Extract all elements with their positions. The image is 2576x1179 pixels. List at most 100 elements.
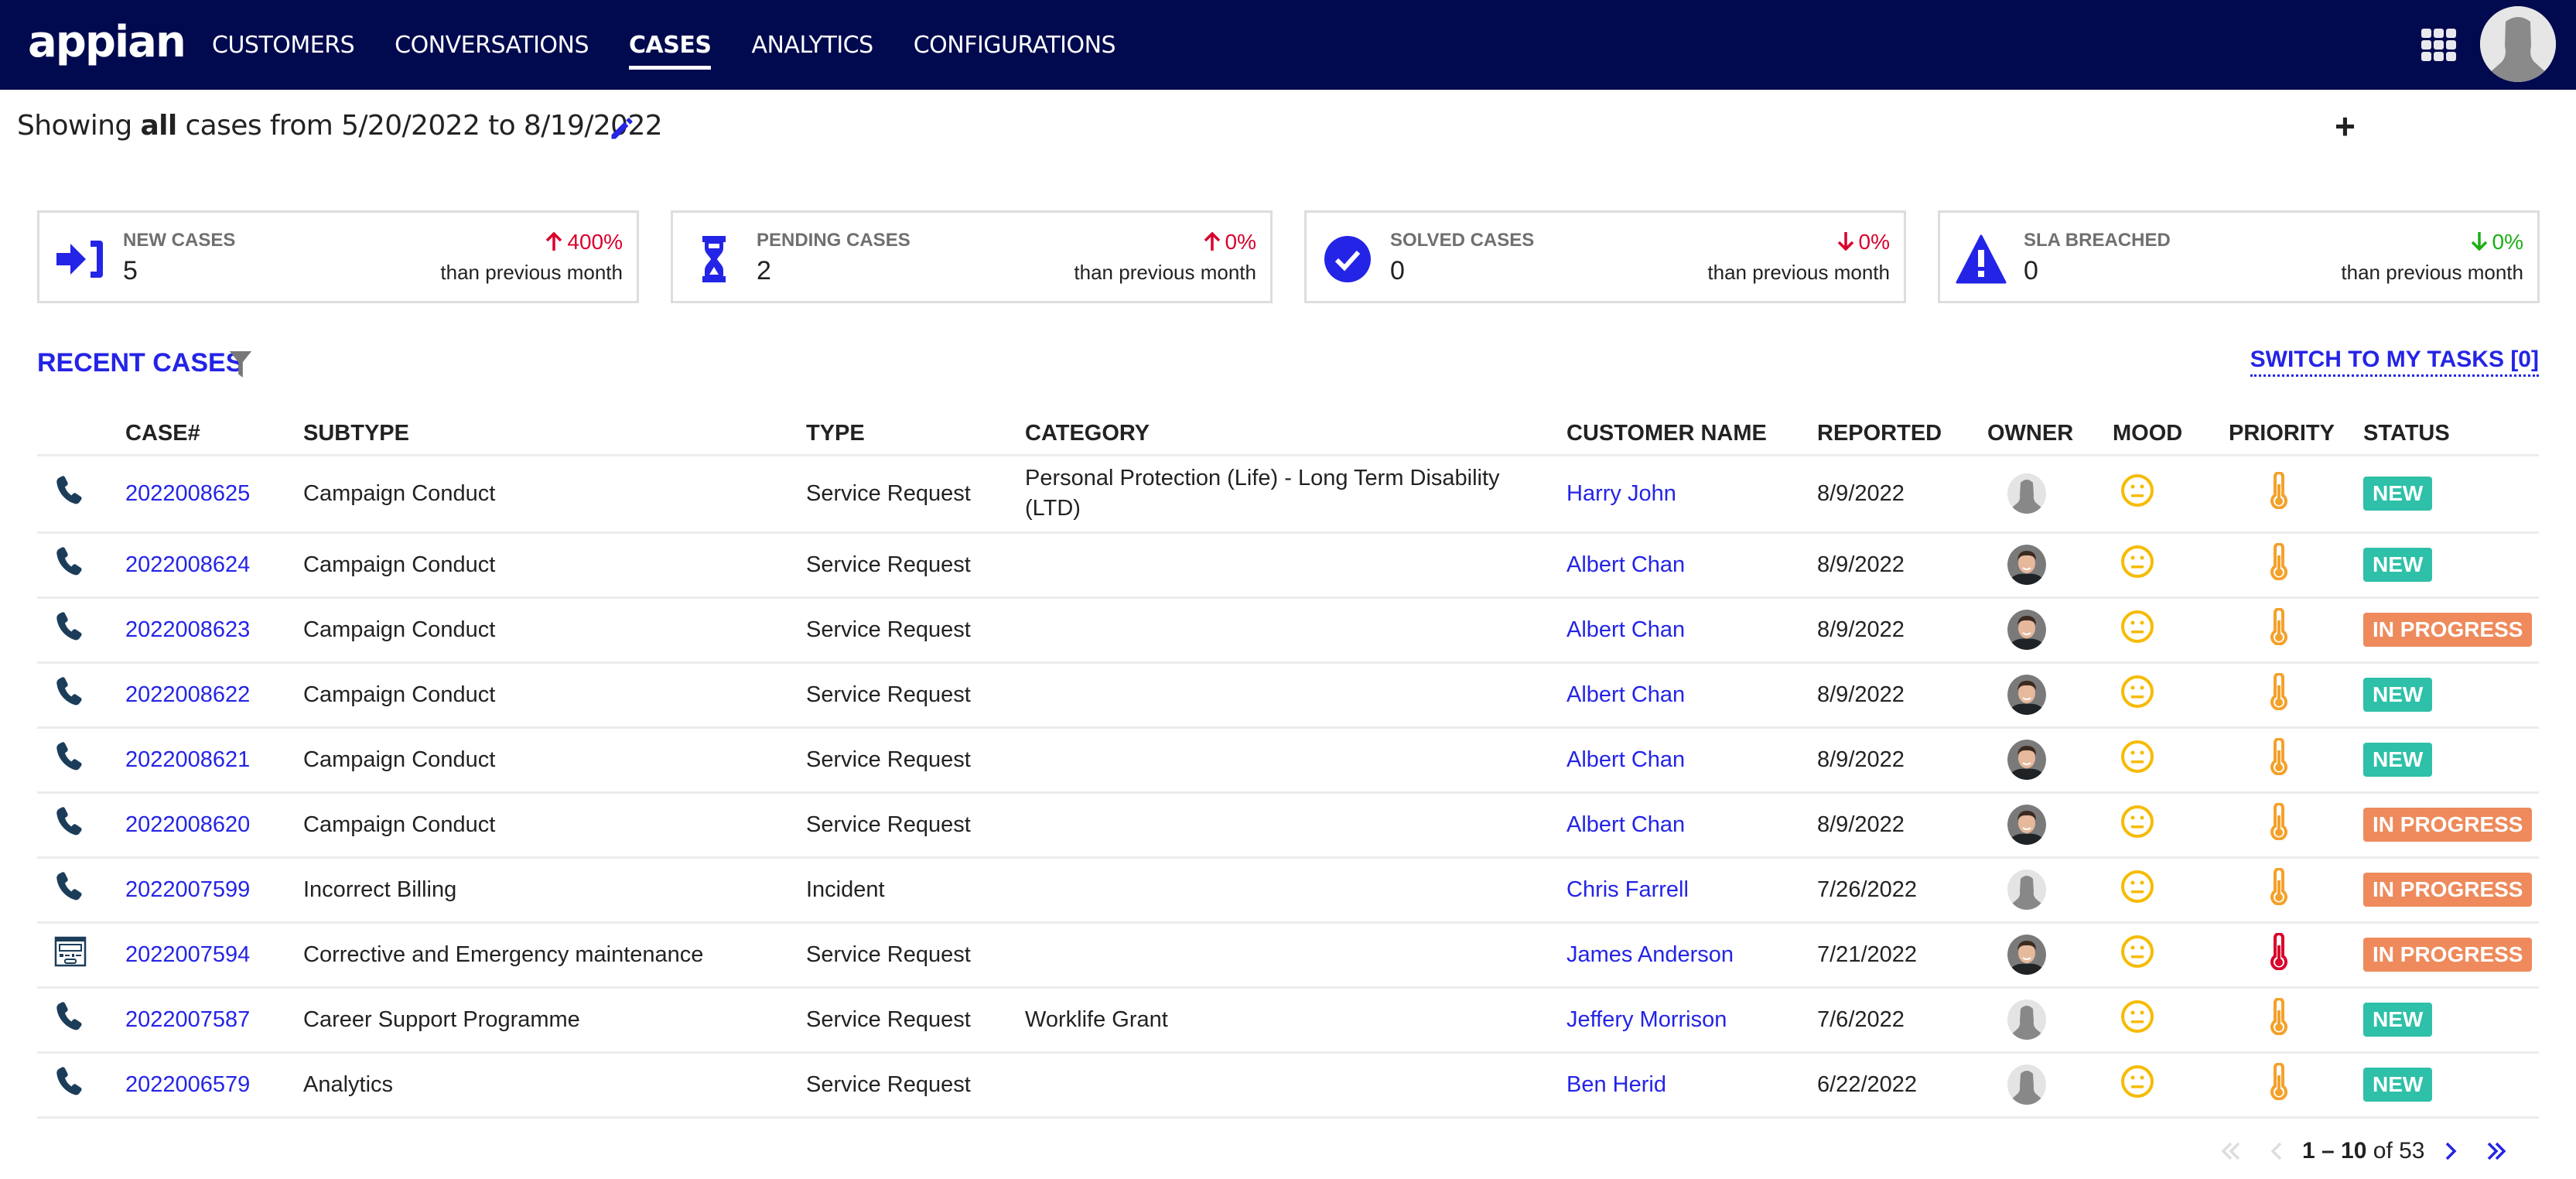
table-row[interactable]: 2022008622 Campaign Conduct Service Reques… [37,661,2539,727]
customer-name-link[interactable]: Albert Chan [1566,682,1685,707]
kpi-card-solved-cases[interactable]: SOLVED CASES 0 0% than previous month [1304,210,1906,303]
reported-date-cell: 8/9/2022 [1817,617,1905,642]
kpi-card-sla-breached[interactable]: SLA BREACHED 0 0% than previous month [1938,210,2540,303]
customer-name-link[interactable]: Albert Chan [1566,812,1685,837]
phone-icon [54,872,85,909]
previous-page-icon[interactable] [2260,1136,2291,1167]
grid-icon[interactable] [2421,29,2457,61]
kpi-subtext: than previous month [440,261,623,284]
case-number-link[interactable]: 2022008623 [125,617,250,642]
mood-neutral-icon [2120,610,2154,649]
case-number-link[interactable]: 2022008624 [125,552,250,577]
next-page-icon[interactable] [2436,1136,2467,1167]
table-row[interactable]: 2022007587 Career Support Programme Servic… [37,986,2539,1052]
first-page-icon[interactable] [2216,1136,2246,1167]
reported-date-cell: 8/9/2022 [1817,552,1905,577]
status-badge: IN PROGRESS [2363,938,2533,972]
case-number-link[interactable]: 2022007599 [125,877,250,902]
kpi-change: 400% [545,230,623,255]
kpi-value: 2 [757,256,771,285]
arrow-up-icon [1204,230,1225,254]
customer-name-link[interactable]: Harry John [1566,481,1676,506]
category-cell: Worklife Grant [1025,1006,1168,1032]
column-header-mood[interactable]: MOOD [2113,413,2229,455]
table-row[interactable]: 2022008623 Campaign Conduct Service Reques… [37,596,2539,662]
owner-avatar[interactable] [2007,805,2046,845]
nav-item-configurations[interactable]: CONFIGURATIONS [914,32,1116,59]
owner-avatar[interactable] [2007,740,2046,780]
case-number-link[interactable]: 2022008621 [125,747,250,772]
case-number-link[interactable]: 2022007594 [125,942,250,967]
table-row[interactable]: 2022008624 Campaign Conduct Service Reques… [37,531,2539,597]
phone-icon [54,612,85,649]
kpi-card-new-cases[interactable]: NEW CASES 5 400% than previous month [37,210,639,303]
table-row[interactable]: 2022006579 Analytics Service Request Ben He… [37,1051,2539,1119]
column-header-customer-name[interactable]: CUSTOMER NAME [1566,413,1817,455]
column-header-reported[interactable]: REPORTED [1817,413,1987,455]
nav-item-analytics[interactable]: ANALYTICS [751,32,873,59]
column-header-case-[interactable]: CASE# [125,413,303,455]
web-form-icon [54,936,87,972]
kpi-subtext: than previous month [1707,261,1890,284]
customer-name-link[interactable]: Albert Chan [1566,617,1685,642]
user-avatar-icon[interactable] [2480,6,2556,82]
owner-avatar[interactable] [2007,545,2046,585]
kpi-card-pending-cases[interactable]: PENDING CASES 2 0% than previous month [671,210,1273,303]
table-row[interactable]: 2022008621 Campaign Conduct Service Reques… [37,726,2539,792]
appian-logo[interactable]: appian [28,17,186,67]
owner-avatar[interactable] [2007,935,2046,975]
mood-neutral-icon [2120,1000,2154,1039]
column-header-category[interactable]: CATEGORY [1025,413,1566,455]
case-number-link[interactable]: 2022008620 [125,812,250,837]
plus-icon[interactable]: + [2335,105,2356,147]
column-header-status[interactable]: STATUS [2363,413,2539,455]
customer-name-link[interactable]: Jeffery Morrison [1566,1007,1727,1032]
column-header-type[interactable]: TYPE [806,413,1025,455]
pencil-icon[interactable] [608,114,636,142]
nav-item-cases[interactable]: CASES [629,32,712,70]
nav-item-customers[interactable]: CUSTOMERS [212,32,355,59]
check-circle-icon [1322,234,1373,284]
switch-to-my-tasks-link[interactable]: SWITCH TO MY TASKS [0] [2250,347,2539,377]
nav-item-conversations[interactable]: CONVERSATIONS [395,32,589,59]
column-header-subtype[interactable]: SUBTYPE [303,413,806,455]
customer-name-link[interactable]: Chris Farrell [1566,877,1689,902]
summary-prefix: Showing [17,110,141,142]
case-number-link[interactable]: 2022007587 [125,1007,250,1032]
customer-name-link[interactable]: Albert Chan [1566,747,1685,772]
priority-medium-thermometer-icon [2269,672,2289,716]
owner-avatar[interactable] [2007,870,2046,910]
last-page-icon[interactable] [2481,1136,2512,1167]
cases-table: CASE# SUBTYPE TYPE CATEGORY CUSTOMER NAME REP… [37,413,2539,1119]
status-badge: IN PROGRESS [2363,808,2533,842]
kpi-subtext: than previous month [2341,261,2523,284]
table-row[interactable]: 2022008625 Campaign Conduct Service Reques… [37,453,2539,532]
case-number-link[interactable]: 2022006579 [125,1072,250,1097]
recent-cases-title: RECENT CASES [37,348,244,378]
column-header-owner[interactable]: OWNER [1987,413,2113,455]
reported-date-cell: 8/9/2022 [1817,747,1905,772]
column-header-channel [37,413,125,455]
customer-name-link[interactable]: Albert Chan [1566,552,1685,577]
table-row[interactable]: 2022007599 Incorrect Billing Incident Chris… [37,856,2539,922]
column-header-priority[interactable]: PRIORITY [2229,413,2363,455]
table-row[interactable]: 2022008620 Campaign Conduct Service Reques… [37,791,2539,857]
kpi-value: 0 [1390,256,1405,285]
phone-icon [54,476,85,513]
owner-avatar[interactable] [2007,1065,2046,1105]
priority-medium-thermometer-icon [2269,737,2289,781]
owner-avatar[interactable] [2007,1000,2046,1040]
start-date: 5/20/2022 [341,110,480,142]
filter-icon[interactable] [229,351,252,378]
customer-name-link[interactable]: James Anderson [1566,942,1734,967]
owner-avatar[interactable] [2007,473,2046,514]
case-number-link[interactable]: 2022008625 [125,481,250,506]
owner-avatar[interactable] [2007,610,2046,650]
customer-name-link[interactable]: Ben Herid [1566,1072,1666,1097]
case-number-link[interactable]: 2022008622 [125,682,250,707]
type-cell: Service Request [806,941,971,967]
kpi-value: 5 [123,256,138,285]
table-row[interactable]: 2022007594 Corrective and Emergency maint… [37,921,2539,987]
type-cell: Service Request [806,617,971,642]
owner-avatar[interactable] [2007,675,2046,715]
